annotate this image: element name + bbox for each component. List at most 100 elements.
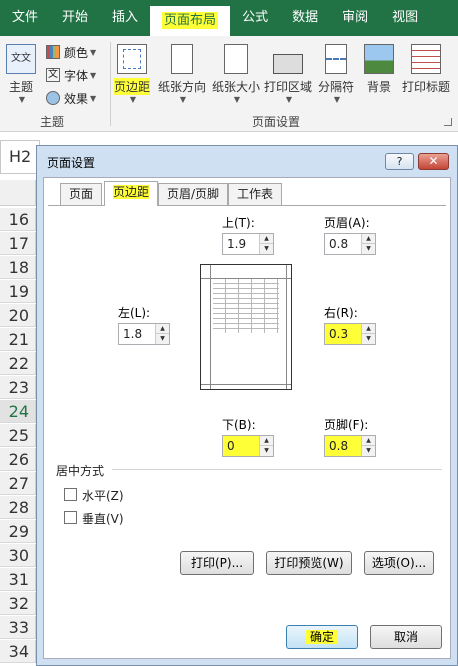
spin-down-icon[interactable]: ▼ (260, 446, 273, 456)
themes-button[interactable]: 文文 主题 ▼ (6, 44, 36, 104)
background-button[interactable]: 背景 (364, 44, 394, 95)
fonts-button[interactable]: 文 字体 ▼ (46, 65, 96, 85)
left-margin-spinner[interactable]: 1.8 ▲ ▼ (118, 323, 170, 345)
name-box[interactable]: H2 (0, 140, 40, 174)
tab-view[interactable]: 视图 (380, 0, 430, 36)
tab-insert[interactable]: 插入 (100, 0, 150, 36)
tab-page-layout-label: 页面布局 (162, 12, 219, 29)
bottom-margin-value: 0 (227, 439, 235, 453)
header-margin-spinner[interactable]: 0.8 ▲ ▼ (324, 233, 376, 255)
right-margin-label: 右(R): (324, 306, 358, 320)
row-header[interactable]: 28 (0, 496, 36, 519)
tab-home[interactable]: 开始 (50, 0, 100, 36)
print-button[interactable]: 打印(P)... (180, 551, 254, 575)
help-button[interactable]: ? (385, 153, 414, 170)
print-preview-button[interactable]: 打印预览(W) (266, 551, 352, 575)
preview-margin-line (201, 384, 291, 385)
effects-button[interactable]: 效果 ▼ (46, 88, 96, 108)
tab-file[interactable]: 文件 (0, 0, 50, 36)
spinner-buttons: ▲ ▼ (361, 436, 375, 456)
row-header[interactable]: 23 (0, 376, 36, 399)
row-header[interactable]: 32 (0, 592, 36, 615)
spin-up-icon[interactable]: ▲ (362, 234, 375, 244)
tab-header-footer[interactable]: 页眉/页脚 (158, 183, 229, 205)
row-header[interactable]: 24 (0, 400, 36, 423)
spin-up-icon[interactable]: ▲ (260, 436, 273, 446)
spin-up-icon[interactable]: ▲ (362, 436, 375, 446)
tab-page[interactable]: 页面 (60, 183, 103, 205)
row-header[interactable]: 19 (0, 280, 36, 303)
row-header[interactable]: 25 (0, 424, 36, 447)
margins-button[interactable]: 页边距 ▼ (114, 44, 151, 104)
spin-down-icon[interactable]: ▼ (362, 334, 375, 344)
spinner-buttons: ▲ ▼ (259, 436, 273, 456)
right-margin-spinner[interactable]: 0.3 ▲ ▼ (324, 323, 376, 345)
footer-margin-value: 0.8 (329, 439, 349, 453)
chevron-down-icon: ▼ (129, 95, 137, 104)
size-button[interactable]: 纸张大小 ▼ (212, 44, 260, 104)
fonts-icon: 文 (46, 68, 60, 82)
bottom-margin-spinner[interactable]: 0 ▲ ▼ (222, 435, 274, 457)
breaks-button[interactable]: 分隔符 ▼ (318, 44, 354, 104)
vertical-checkbox[interactable] (64, 511, 77, 524)
chevron-down-icon: ▼ (18, 95, 26, 104)
horizontal-label[interactable]: 水平(Z) (82, 487, 124, 504)
top-margin-spinner[interactable]: 1.9 ▲ ▼ (222, 233, 274, 255)
row-header[interactable]: 26 (0, 448, 36, 471)
tab-page-layout[interactable]: 页面布局 (150, 6, 231, 36)
row-header[interactable]: 29 (0, 520, 36, 543)
spin-up-icon[interactable]: ▲ (362, 324, 375, 334)
row-header[interactable]: 31 (0, 568, 36, 591)
colors-button[interactable]: 颜色 ▼ (46, 42, 96, 62)
spin-down-icon[interactable]: ▼ (362, 244, 375, 254)
effects-icon (46, 91, 60, 105)
print-area-button[interactable]: 打印区域 ▼ (264, 44, 312, 104)
print-titles-button[interactable]: 打印标题 (402, 44, 450, 95)
row-header[interactable]: 34 (0, 640, 36, 663)
page-setup-dialog: 页面设置 ? ✕ 页面 页边距 页眉/页脚 工作表 上(T): 1.9 ▲ ▼ 页… (36, 145, 458, 666)
chevron-down-icon: ▼ (179, 95, 187, 104)
select-all-corner[interactable] (0, 180, 36, 206)
cancel-button[interactable]: 取消 (370, 625, 442, 649)
top-margin-value: 1.9 (227, 237, 247, 251)
row-header[interactable]: 30 (0, 544, 36, 567)
spin-up-icon[interactable]: ▲ (156, 324, 169, 334)
tab-data[interactable]: 数据 (280, 0, 330, 36)
row-header[interactable]: 18 (0, 256, 36, 279)
group-label-page-setup: 页面设置 (252, 115, 301, 129)
options-button[interactable]: 选项(O)... (364, 551, 434, 575)
spin-up-icon[interactable]: ▲ (260, 234, 273, 244)
spin-down-icon[interactable]: ▼ (156, 334, 169, 344)
close-button[interactable]: ✕ (418, 153, 449, 170)
spinner-buttons: ▲ ▼ (361, 234, 375, 254)
chevron-down-icon: ▼ (90, 93, 97, 103)
vertical-label[interactable]: 垂直(V) (82, 510, 124, 527)
spin-down-icon[interactable]: ▼ (362, 446, 375, 456)
size-label: 纸张大小 (212, 80, 261, 94)
page-preview (200, 264, 292, 390)
tab-review[interactable]: 审阅 (330, 0, 380, 36)
spinner-buttons: ▲ ▼ (259, 234, 273, 254)
row-header[interactable]: 33 (0, 616, 36, 639)
row-header[interactable]: 22 (0, 352, 36, 375)
chevron-down-icon: ▼ (233, 95, 241, 104)
tab-margins[interactable]: 页边距 (104, 181, 159, 206)
dialog-launcher-icon[interactable] (444, 118, 452, 126)
preview-table (213, 279, 279, 333)
ok-button[interactable]: 确定 (286, 625, 358, 649)
row-header[interactable]: 16 (0, 208, 36, 231)
print-titles-icon (411, 44, 441, 74)
tab-sheet[interactable]: 工作表 (228, 183, 283, 205)
spin-down-icon[interactable]: ▼ (260, 244, 273, 254)
orientation-button[interactable]: 纸张方向 ▼ (158, 44, 206, 104)
tab-formulas[interactable]: 公式 (230, 0, 280, 36)
chevron-down-icon: ▼ (90, 70, 97, 80)
footer-margin-spinner[interactable]: 0.8 ▲ ▼ (324, 435, 376, 457)
row-header[interactable]: 20 (0, 304, 36, 327)
row-header[interactable]: 27 (0, 472, 36, 495)
center-on-page-label: 居中方式 (56, 464, 105, 478)
row-header[interactable]: 17 (0, 232, 36, 255)
row-header[interactable]: 21 (0, 328, 36, 351)
horizontal-checkbox[interactable] (64, 488, 77, 501)
margins-label: 页边距 (114, 78, 151, 95)
